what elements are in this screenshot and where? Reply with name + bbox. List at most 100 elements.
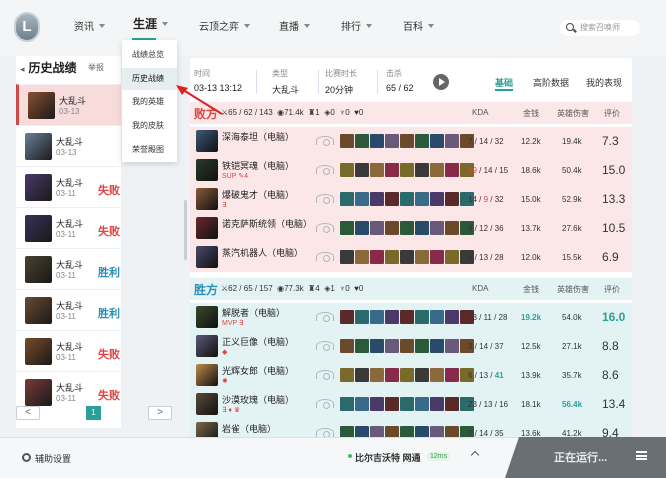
champion-avatar[interactable] (196, 393, 218, 415)
item-icon[interactable] (445, 368, 459, 382)
menu-item-honor[interactable]: 荣誉殿图 (122, 139, 177, 161)
item-icon[interactable] (430, 397, 444, 411)
nav-ranking[interactable]: 排行 (341, 18, 372, 33)
match-list-item[interactable]: 大乱斗 03-11 失败 (16, 166, 121, 207)
champion-avatar[interactable] (196, 364, 218, 386)
item-icon[interactable] (430, 310, 444, 324)
match-list-item[interactable]: 大乱斗 03-11 失败 (16, 207, 121, 248)
item-icon[interactable] (400, 397, 414, 411)
item-icon[interactable] (445, 250, 459, 264)
item-icon[interactable] (385, 310, 399, 324)
item-icon[interactable] (400, 192, 414, 206)
nav-tft[interactable]: 云顶之弈 (199, 18, 250, 33)
item-icon[interactable] (415, 310, 429, 324)
item-icon[interactable] (400, 134, 414, 148)
player-name[interactable]: 铁铠冥魂（电脑） (222, 159, 294, 172)
nav-live[interactable]: 直播 (279, 18, 310, 33)
next-page-button[interactable]: > (148, 406, 172, 420)
item-icon[interactable] (400, 339, 414, 353)
item-icon[interactable] (385, 250, 399, 264)
nav-career[interactable]: 生涯 (133, 15, 169, 32)
item-icon[interactable] (340, 397, 354, 411)
item-icon[interactable] (370, 134, 384, 148)
tab-advanced[interactable]: 高阶数据 (533, 76, 569, 89)
item-icon[interactable] (430, 163, 444, 177)
gear-icon[interactable] (22, 453, 31, 462)
item-icon[interactable] (370, 250, 384, 264)
item-icon[interactable] (340, 163, 354, 177)
item-icon[interactable] (445, 192, 459, 206)
player-name[interactable]: 爆破鬼才（电脑） (222, 188, 294, 201)
scrollbar[interactable] (184, 200, 187, 260)
item-icon[interactable] (340, 368, 354, 382)
item-icon[interactable] (340, 310, 354, 324)
item-icon[interactable] (370, 310, 384, 324)
item-icon[interactable] (355, 397, 369, 411)
match-list-item[interactable]: 大乱斗 03-13 (16, 125, 121, 166)
item-icon[interactable] (445, 163, 459, 177)
play-replay-icon[interactable] (433, 74, 449, 90)
item-icon[interactable] (355, 250, 369, 264)
item-icon[interactable] (355, 221, 369, 235)
item-icon[interactable] (400, 221, 414, 235)
item-icon[interactable] (385, 339, 399, 353)
player-name[interactable]: 解脱者（电脑） (222, 306, 285, 319)
item-icon[interactable] (415, 192, 429, 206)
prev-page-button[interactable]: < (16, 406, 40, 420)
item-icon[interactable] (370, 397, 384, 411)
server-name[interactable]: 比尔吉沃特 网通 (355, 451, 421, 464)
page-number[interactable]: 1 (86, 406, 101, 420)
nav-wiki[interactable]: 百科 (403, 18, 434, 33)
menu-item-skins[interactable]: 我的皮肤 (122, 115, 177, 137)
item-icon[interactable] (355, 339, 369, 353)
player-name[interactable]: 沙漠玫瑰（电脑） (222, 393, 294, 406)
tab-basic[interactable]: 基础 (495, 76, 514, 91)
item-icon[interactable] (340, 192, 354, 206)
item-icon[interactable] (445, 134, 459, 148)
search-input[interactable]: 搜索召唤师 (560, 20, 640, 36)
item-icon[interactable] (445, 221, 459, 235)
player-name[interactable]: 深海泰坦（电脑） (222, 130, 294, 143)
item-icon[interactable] (400, 368, 414, 382)
item-icon[interactable] (370, 192, 384, 206)
player-name[interactable]: 蒸汽机器人（电脑） (222, 246, 303, 259)
nav-news[interactable]: 资讯 (74, 18, 105, 33)
assist-settings-button[interactable]: 辅助设置 (35, 452, 71, 465)
player-row[interactable]: 爆破鬼才（电脑） ∃ 14 / 9 / 32 15.0k 52.9k 13.3 (190, 185, 632, 214)
item-icon[interactable] (385, 192, 399, 206)
item-icon[interactable] (445, 339, 459, 353)
item-icon[interactable] (415, 221, 429, 235)
item-icon[interactable] (340, 339, 354, 353)
champion-avatar[interactable] (196, 130, 218, 152)
item-icon[interactable] (385, 397, 399, 411)
player-row[interactable]: 解脱者（电脑） MVP ∃ 23 / 11 / 28 19.2k 54.0k 1… (190, 303, 632, 332)
item-icon[interactable] (355, 310, 369, 324)
report-link[interactable]: 举报 (88, 62, 104, 73)
item-icon[interactable] (430, 250, 444, 264)
champion-avatar[interactable] (196, 335, 218, 357)
champion-avatar[interactable] (196, 217, 218, 239)
match-list-item[interactable]: 大乱斗 03-11 胜利 (16, 248, 121, 289)
item-icon[interactable] (430, 134, 444, 148)
match-list-item[interactable]: 大乱斗 03-13 (16, 84, 121, 125)
menu-item-history[interactable]: 历史战绩 (122, 68, 177, 90)
match-list-item[interactable]: 大乱斗 03-11 胜利 (16, 289, 121, 330)
player-row[interactable]: 光辉女郎（电脑） ✹ 6 / 13 / 41 13.9k 35.7k 8.6 (190, 361, 632, 390)
player-row[interactable]: 沙漠玫瑰（电脑） ∃ ♦ ♛ 23 / 13 / 16 18.1k 56.4k … (190, 390, 632, 419)
match-list-item[interactable]: 大乱斗 03-11 失败 (16, 330, 121, 371)
app-logo[interactable]: L (14, 12, 40, 42)
item-icon[interactable] (415, 397, 429, 411)
item-icon[interactable] (385, 163, 399, 177)
champion-avatar[interactable] (196, 246, 218, 268)
item-icon[interactable] (430, 339, 444, 353)
item-icon[interactable] (370, 221, 384, 235)
player-row[interactable]: 铁铠冥魂（电脑） SUP ✎4 29 / 14 / 15 18.6k 50.4k… (190, 156, 632, 185)
item-icon[interactable] (400, 250, 414, 264)
item-icon[interactable] (415, 163, 429, 177)
champion-avatar[interactable] (196, 159, 218, 181)
menu-item-overview[interactable]: 战绩总览 (122, 44, 177, 66)
player-name[interactable]: 光辉女郎（电脑） (222, 364, 294, 377)
item-icon[interactable] (340, 134, 354, 148)
item-icon[interactable] (415, 134, 429, 148)
item-icon[interactable] (370, 163, 384, 177)
